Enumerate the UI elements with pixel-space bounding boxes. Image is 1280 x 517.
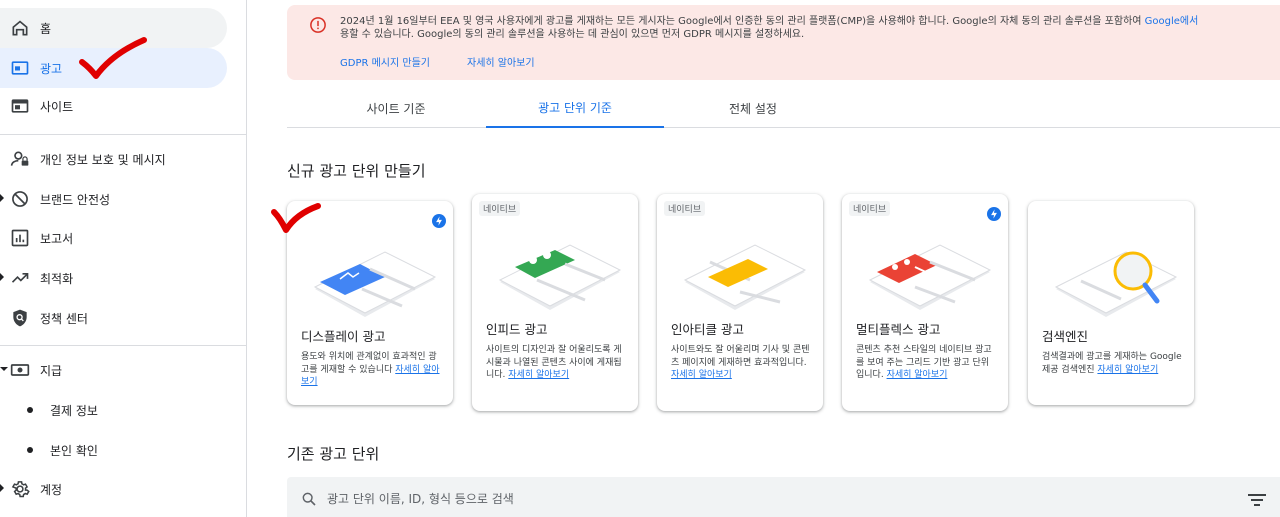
payments-icon [10,364,30,376]
multiplex-ad-card[interactable]: 네이티브 멀티플렉스 광고 콘텐츠 추천 스타일의 네이티브 광고를 보여 주는… [842,194,1008,411]
learn-more-button[interactable]: 자세히 알아보기 [467,54,535,69]
sidebar-item-label: 최적화 [40,271,74,286]
sidebar-item-label: 지급 [40,363,63,378]
expand-arrow-icon[interactable] [0,273,4,281]
card-title: 멀티플렉스 광고 [856,322,941,337]
native-badge: 네이티브 [849,201,891,216]
sidebar-item-label: 계정 [40,482,63,497]
expand-arrow-icon[interactable] [0,194,4,202]
error-icon [310,17,326,33]
banner-message-text: 2024년 1월 16일부터 EEA 및 영국 사용자에게 광고를 게재하는 모… [340,16,1145,27]
sidebar-item-label: 보고서 [40,231,74,246]
reports-icon [11,229,29,247]
ads-icon [11,61,29,75]
card-description: 용도와 위치에 관계없이 효과적인 광고를 게재할 수 있습니다 자세히 알아보… [301,351,441,389]
tab-by-ad-unit[interactable]: 광고 단위 기준 [486,88,664,128]
policy-shield-icon [13,309,27,327]
collapse-arrow-icon[interactable] [0,367,8,371]
gdpr-alert-banner: 2024년 1월 16일부터 EEA 및 영국 사용자에게 광고를 게재하는 모… [287,5,1280,80]
card-description-text: 사이트와도 잘 어울리며 기사 및 콘텐츠 페이지에 게재하면 효과적입니다. [671,345,810,368]
sidebar-item-label: 사이트 [40,99,74,114]
privacy-icon [10,151,29,166]
in-article-ad-illustration [683,244,807,310]
sites-icon [11,99,29,113]
sidebar-item-policy-center[interactable]: 정책 센터 [0,298,240,338]
in-article-ad-card[interactable]: 네이티브 인아티클 광고 사이트와도 잘 어울리며 기사 및 콘텐츠 페이지에 … [657,194,823,411]
card-learn-more-link[interactable]: 자세히 알아보기 [1097,365,1158,375]
banner-message: 2024년 1월 16일부터 EEA 및 영국 사용자에게 광고를 게재하는 모… [340,15,1280,41]
sidebar-item-identity-verification[interactable]: 본인 확인 [0,430,240,470]
card-description: 사이트와도 잘 어울리며 기사 및 콘텐츠 페이지에 게재하면 효과적입니다. … [671,344,811,382]
sidebar-item-payment-info[interactable]: 결제 정보 [0,390,240,430]
sidebar-item-sites[interactable]: 사이트 [0,86,227,126]
sidebar-item-label: 홈 [40,21,52,36]
card-title: 인피드 광고 [486,322,548,337]
in-feed-ad-illustration [498,244,622,310]
block-icon [12,191,28,207]
dot-icon [27,407,33,413]
home-icon [12,20,28,36]
sidebar-item-label: 브랜드 안전성 [40,192,111,207]
multiplex-ad-illustration [868,244,992,310]
ad-unit-search-bar [287,477,1280,517]
native-badge: 네이티브 [479,201,521,216]
search-icon [302,492,316,506]
gear-icon [11,481,30,498]
expand-arrow-icon[interactable] [0,484,4,492]
sidebar-item-account[interactable]: 계정 [0,469,240,509]
new-ad-unit-heading: 신규 광고 단위 만들기 [287,162,426,180]
card-learn-more-link[interactable]: 자세히 알아보기 [508,370,569,380]
filter-icon[interactable] [1248,493,1266,507]
card-description: 콘텐츠 추천 스타일의 네이티브 광고를 보여 주는 그리드 기반 광고 단위입… [856,344,996,382]
view-tabs: 사이트 기준 광고 단위 기준 전체 설정 [287,88,1280,128]
card-learn-more-link[interactable]: 자세히 알아보기 [671,370,732,380]
dot-icon [27,447,33,453]
sidebar-item-reports[interactable]: 보고서 [0,218,240,258]
sidebar-item-label: 결제 정보 [50,403,98,418]
sidebar-item-privacy[interactable]: 개인 정보 보호 및 메시지 [0,139,240,179]
search-engine-illustration [1054,251,1178,317]
search-input[interactable] [327,487,1127,511]
sidebar-item-optimization[interactable]: 최적화 [0,258,240,298]
adsense-page: 홈 광고 사이트 개인 정보 보호 및 메시지 브랜드 안전성 보고서 최적화 [0,0,1280,517]
sidebar-item-label: 정책 센터 [40,311,88,326]
tab-by-site[interactable]: 사이트 기준 [307,88,485,128]
bolt-icon [987,207,1001,221]
sidebar-item-brand-safety[interactable]: 브랜드 안전성 [0,179,240,219]
sidebar-item-label: 광고 [40,61,63,76]
sidebar: 홈 광고 사이트 개인 정보 보호 및 메시지 브랜드 안전성 보고서 최적화 [0,0,247,517]
card-description: 사이트의 디자인과 잘 어울리도록 게시물과 나열된 콘텐츠 사이에 게재됩니다… [486,344,626,382]
sidebar-item-payments[interactable]: 지급 [0,350,240,390]
card-description: 검색결과에 광고를 게재하는 Google 제공 검색엔진 자세히 알아보기 [1042,351,1182,376]
trend-icon [11,273,29,283]
card-title: 디스플레이 광고 [301,329,386,344]
sidebar-item-home[interactable]: 홈 [0,8,227,48]
display-ad-illustration [313,251,437,317]
card-learn-more-link[interactable]: 자세히 알아보기 [887,370,948,380]
sidebar-divider [0,345,246,346]
in-feed-ad-card[interactable]: 네이티브 인피드 광고 사이트의 디자인과 잘 어울리도록 게시물과 나열된 콘… [472,194,638,411]
tab-global-settings[interactable]: 전체 설정 [664,88,842,128]
card-title: 인아티클 광고 [671,322,744,337]
native-badge: 네이티브 [664,201,706,216]
sidebar-item-ads[interactable]: 광고 [0,48,227,88]
sidebar-item-label: 개인 정보 보호 및 메시지 [40,152,166,167]
display-ad-card[interactable]: 디스플레이 광고 용도와 위치에 관계없이 효과적인 광고를 게재할 수 있습니… [287,201,453,405]
banner-message-link[interactable]: Google에서 [1145,16,1199,27]
bolt-icon [432,214,446,228]
banner-message-text: 용할 수 있습니다. Google의 동의 관리 솔루션을 사용하는 데 관심이… [340,29,805,40]
sidebar-item-label: 본인 확인 [50,443,98,458]
sidebar-divider [0,134,246,135]
card-title: 검색엔진 [1042,329,1089,344]
create-gdpr-message-button[interactable]: GDPR 메시지 만들기 [340,54,430,69]
existing-ad-units-heading: 기존 광고 단위 [287,445,380,463]
search-engine-card[interactable]: 검색엔진 검색결과에 광고를 게재하는 Google 제공 검색엔진 자세히 알… [1028,201,1194,405]
